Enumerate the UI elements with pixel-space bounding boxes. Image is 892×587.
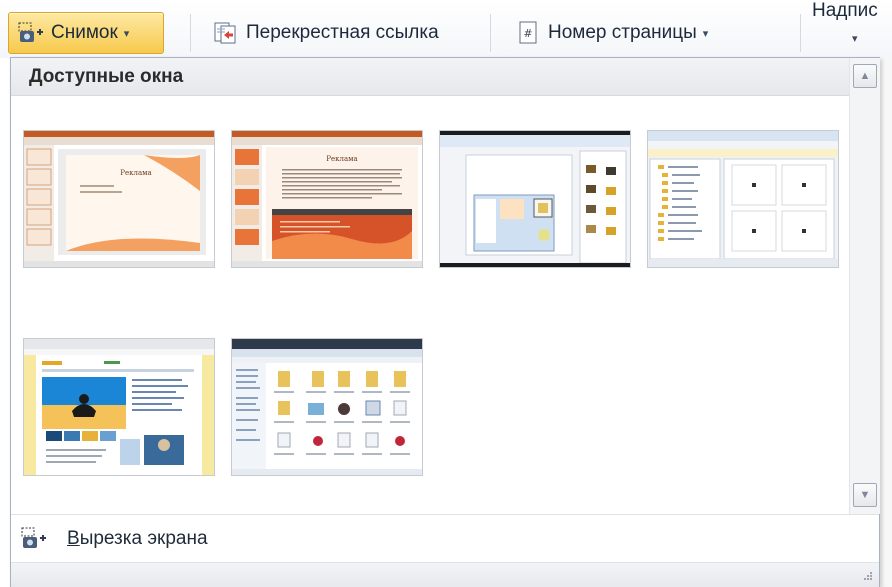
- ribbon-separator: [490, 14, 491, 52]
- screenshot-label: Снимок: [51, 22, 118, 43]
- cross-reference-button[interactable]: Перекрестная ссылка: [204, 12, 447, 54]
- window-thumbnail[interactable]: Реклама: [231, 130, 423, 268]
- window-thumbnail[interactable]: [23, 338, 215, 476]
- page-number-label: Номер страницы: [548, 22, 697, 43]
- resize-bar: [11, 562, 879, 587]
- window-thumbnail[interactable]: [231, 338, 423, 476]
- resize-grip-icon[interactable]: [861, 571, 873, 583]
- document-edge: [880, 58, 892, 587]
- arrow-up-icon[interactable]: ▲: [853, 64, 877, 88]
- screen-clipping-row[interactable]: Вырезка экрана: [11, 514, 879, 563]
- chevron-down-icon[interactable]: ▾: [852, 32, 858, 45]
- window-thumbnail[interactable]: [439, 130, 631, 268]
- panel-header: Доступные окна: [11, 58, 851, 96]
- window-thumbnail[interactable]: [647, 130, 839, 268]
- page-number-button[interactable]: # Номер страницы ▾: [506, 12, 716, 54]
- page-number-icon: #: [514, 20, 542, 46]
- arrow-down-icon[interactable]: ▼: [853, 483, 877, 507]
- chevron-down-icon[interactable]: ▾: [703, 27, 709, 40]
- screenshot-button[interactable]: Снимок ▾: [8, 12, 164, 54]
- chevron-down-icon[interactable]: ▾: [124, 27, 130, 40]
- screen-clipping-hotkey: В: [67, 528, 80, 549]
- ribbon-separator: [190, 14, 191, 52]
- windows-gallery: Реклама Реклама: [11, 96, 849, 514]
- camera-plus-icon: [17, 20, 45, 46]
- screen-clipping-icon: [21, 527, 47, 551]
- caption-button-label[interactable]: Надпис: [812, 0, 878, 22]
- ribbon-toolbar: Снимок ▾ Перекрестная ссылка # Номер стр…: [0, 0, 892, 58]
- ribbon-separator: [800, 14, 801, 52]
- available-windows-panel: Доступные окна Реклама Реклама ▲ ▼ Вырез…: [10, 57, 880, 587]
- screen-clipping-label[interactable]: Вырезка экрана: [67, 528, 208, 550]
- window-thumbnail[interactable]: Реклама: [23, 130, 215, 268]
- svg-text:#: #: [523, 27, 532, 40]
- slide-title: Реклама: [326, 155, 357, 163]
- cross-reference-icon: [212, 20, 240, 46]
- cross-reference-label: Перекрестная ссылка: [246, 22, 439, 43]
- slide-title: Реклама: [120, 169, 151, 177]
- vertical-scrollbar[interactable]: ▲ ▼: [849, 58, 880, 514]
- screen-clipping-label-rest: ырезка экрана: [79, 528, 208, 549]
